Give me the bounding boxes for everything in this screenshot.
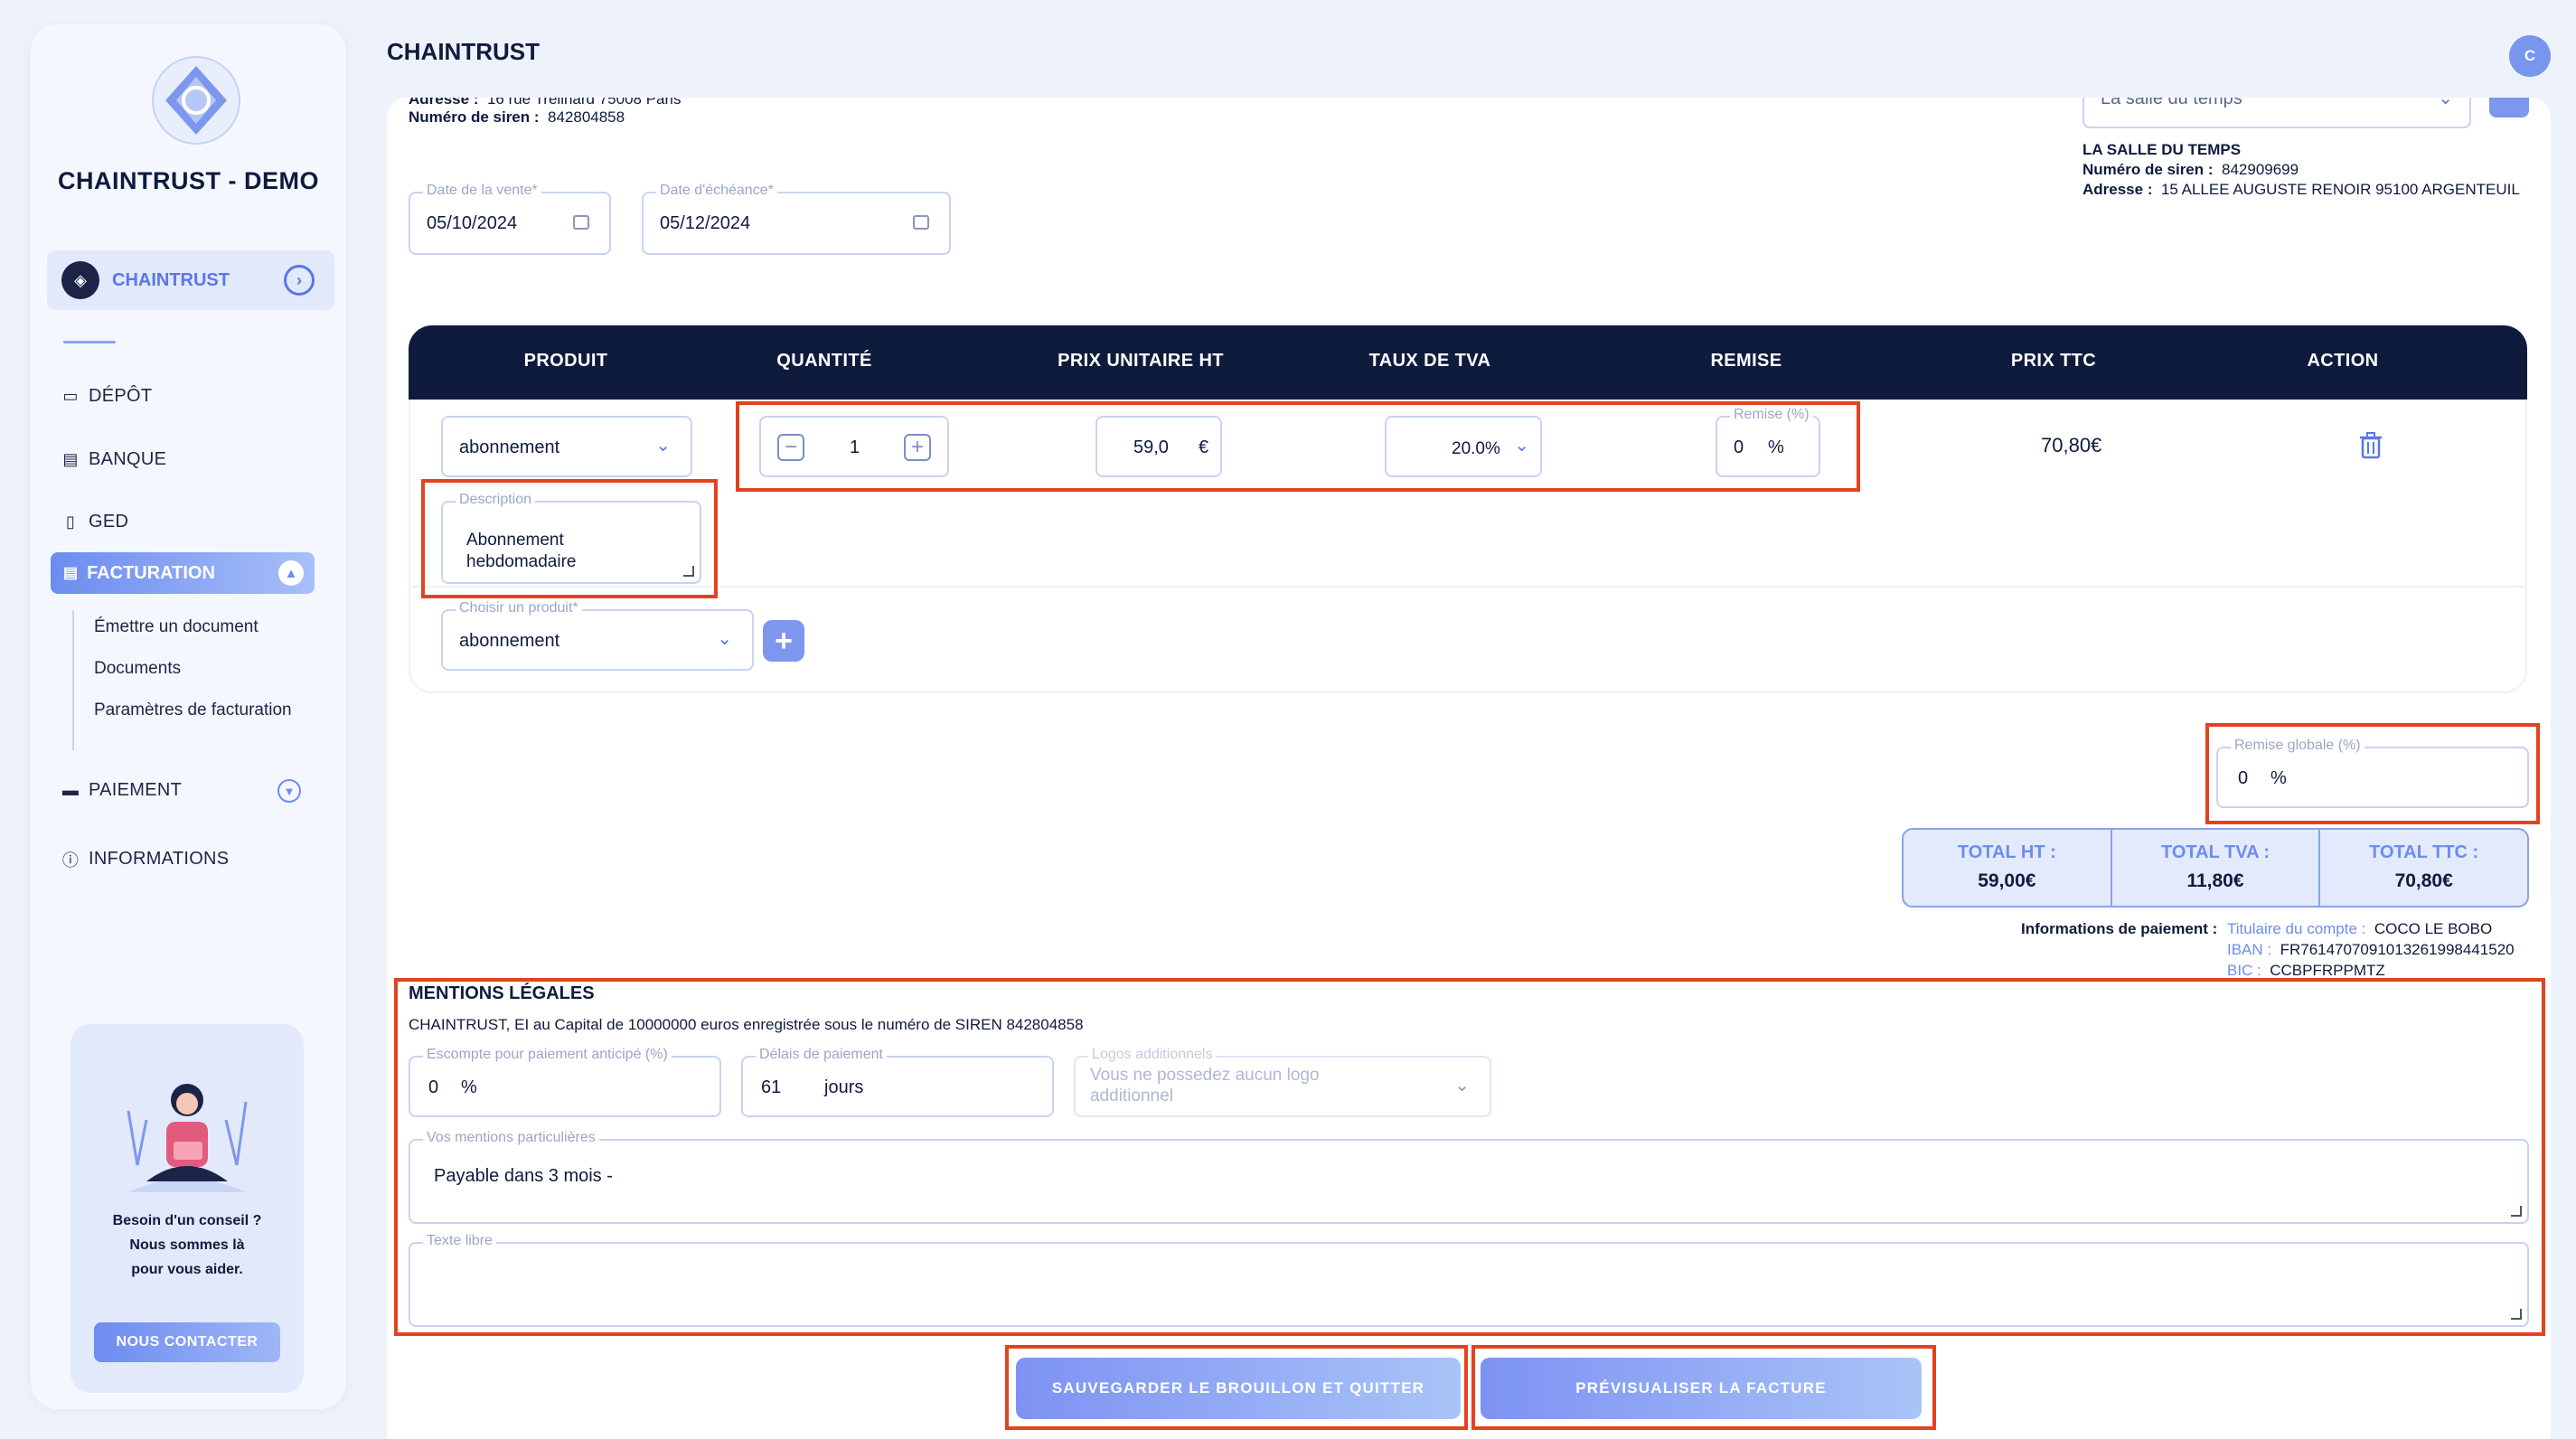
nav-label: INFORMATIONS (89, 849, 230, 869)
sale-date-field[interactable]: Date de la vente* 05/10/2024 (409, 183, 611, 255)
highlight-legal (394, 978, 2545, 1336)
payment-iban: IBAN : FR7614707091013261998441520 (2227, 941, 2515, 958)
chaintrust-logo-icon (152, 56, 240, 145)
choose-product-select[interactable]: Choisir un produit* abonnement ⌄ (441, 600, 754, 671)
nav-item-informations[interactable]: ⓘ INFORMATIONS (61, 849, 229, 870)
col-action: ACTION (2307, 351, 2379, 371)
client-siren: Numéro de siren : 842909699 (2082, 161, 2299, 178)
nav-label: FACTURATION (87, 562, 215, 583)
submenu-item-documents[interactable]: Documents (94, 659, 181, 679)
help-text: Besoin d'un conseil ? Nous sommes là pou… (112, 1213, 262, 1277)
payment-bic: BIC : CCBPFRPPMTZ (2227, 962, 2385, 979)
add-client-button[interactable] (2489, 98, 2529, 118)
totals-box: TOTAL HT :59,00€ TOTAL TVA :11,80€ TOTAL… (1902, 828, 2529, 908)
client-name: LA SALLE DU TEMPS (2082, 141, 2242, 158)
illustration-icon (127, 1084, 248, 1192)
help-card: Besoin d'un conseil ? Nous sommes là pou… (71, 1024, 304, 1393)
total-ht: TOTAL HT :59,00€ (1904, 830, 2112, 906)
org-switcher[interactable]: ◈ CHAINTRUST › (47, 250, 334, 310)
trash-icon[interactable] (2359, 432, 2383, 459)
highlight-save-button (1005, 1345, 1468, 1430)
avatar[interactable]: C (2509, 35, 2551, 77)
nav-item-depot[interactable]: ▭ DÉPÔT (61, 386, 152, 407)
product-select[interactable]: abonnement ⌄ (441, 416, 692, 477)
folder-icon: ▭ (62, 387, 79, 405)
sidebar: CHAINTRUST - DEMO ◈ CHAINTRUST › ▭ DÉPÔT… (31, 24, 346, 1409)
products-table-header: PRODUIT QUANTITÉ PRIX UNITAIRE HT TAUX D… (409, 325, 2527, 400)
add-product-button[interactable]: + (763, 620, 804, 662)
submenu-line (72, 610, 74, 750)
nav-label: DÉPÔT (89, 386, 153, 406)
price-ttc: 70,80€ (2041, 434, 2102, 456)
invoice-icon: ▤ (63, 564, 79, 581)
contact-button[interactable]: NOUS CONTACTER (94, 1322, 280, 1362)
row-divider (410, 586, 2525, 588)
org-name: CHAINTRUST (112, 269, 230, 290)
card-icon: ▬ (61, 781, 80, 799)
nav-label: PAIEMENT (89, 780, 183, 800)
seller-address: Adresse : 16 rue Treilhard 75008 Paris (409, 98, 682, 108)
document-icon: ▯ (65, 513, 76, 531)
nav-label: BANQUE (89, 449, 167, 469)
nav-item-paiement[interactable]: ▬ PAIEMENT (61, 780, 182, 801)
chevron-down-icon[interactable]: ▼ (277, 779, 301, 803)
col-prix-ttc: PRIX TTC (2010, 351, 2097, 371)
calendar-icon[interactable] (913, 215, 929, 230)
divider (63, 341, 116, 343)
submenu-item-emettre[interactable]: Émettre un document (94, 617, 259, 637)
col-remise: REMISE (1710, 351, 1782, 371)
client-select[interactable]: La salle du temps ⌄ (2082, 98, 2471, 128)
highlight-global-discount (2205, 723, 2540, 824)
chevron-down-icon: ⌄ (2438, 98, 2453, 108)
chevron-down-icon: ⌄ (717, 629, 732, 649)
col-tva: TAUX DE TVA (1368, 351, 1491, 371)
brand-name: CHAINTRUST - DEMO (58, 167, 319, 194)
seller-siren: Numéro de siren : 842804858 (409, 108, 625, 126)
chevron-down-icon: ⌄ (655, 436, 671, 456)
info-icon: ⓘ (61, 851, 80, 870)
total-ttc: TOTAL TTC :70,80€ (2369, 842, 2479, 891)
nav-item-banque[interactable]: ▤ BANQUE (61, 449, 166, 470)
page-title: CHAINTRUST (387, 38, 540, 65)
submenu-item-parametres[interactable]: Paramètres de facturation (94, 701, 292, 720)
total-tva: TOTAL TVA :11,80€ (2112, 830, 2321, 906)
col-produit: PRODUIT (523, 351, 608, 371)
highlight-row-fields (736, 401, 1860, 492)
due-date-field[interactable]: Date d'échéance* 05/12/2024 (642, 183, 951, 255)
nav-label: GED (89, 512, 129, 531)
org-logo-icon: ◈ (61, 261, 99, 299)
bank-icon: ▤ (62, 450, 79, 468)
nav-item-facturation[interactable]: ▤ FACTURATION ▲ (51, 552, 315, 594)
client-address: Adresse : 15 ALLEE AUGUSTE RENOIR 95100 … (2082, 181, 2520, 198)
chevron-up-icon[interactable]: ▲ (278, 560, 304, 586)
calendar-icon[interactable] (573, 215, 589, 230)
payment-info-label: Informations de paiement : (2021, 920, 2218, 937)
col-prix-unitaire: PRIX UNITAIRE HT (1058, 351, 1224, 371)
nav-item-ged[interactable]: ▯ GED (61, 512, 128, 532)
highlight-description (421, 479, 718, 598)
payment-holder: Titulaire du compte : COCO LE BOBO (2227, 920, 2493, 937)
col-quantite: QUANTITÉ (776, 351, 872, 371)
highlight-preview-button (1471, 1345, 1936, 1430)
chevron-right-icon[interactable]: › (284, 265, 315, 296)
